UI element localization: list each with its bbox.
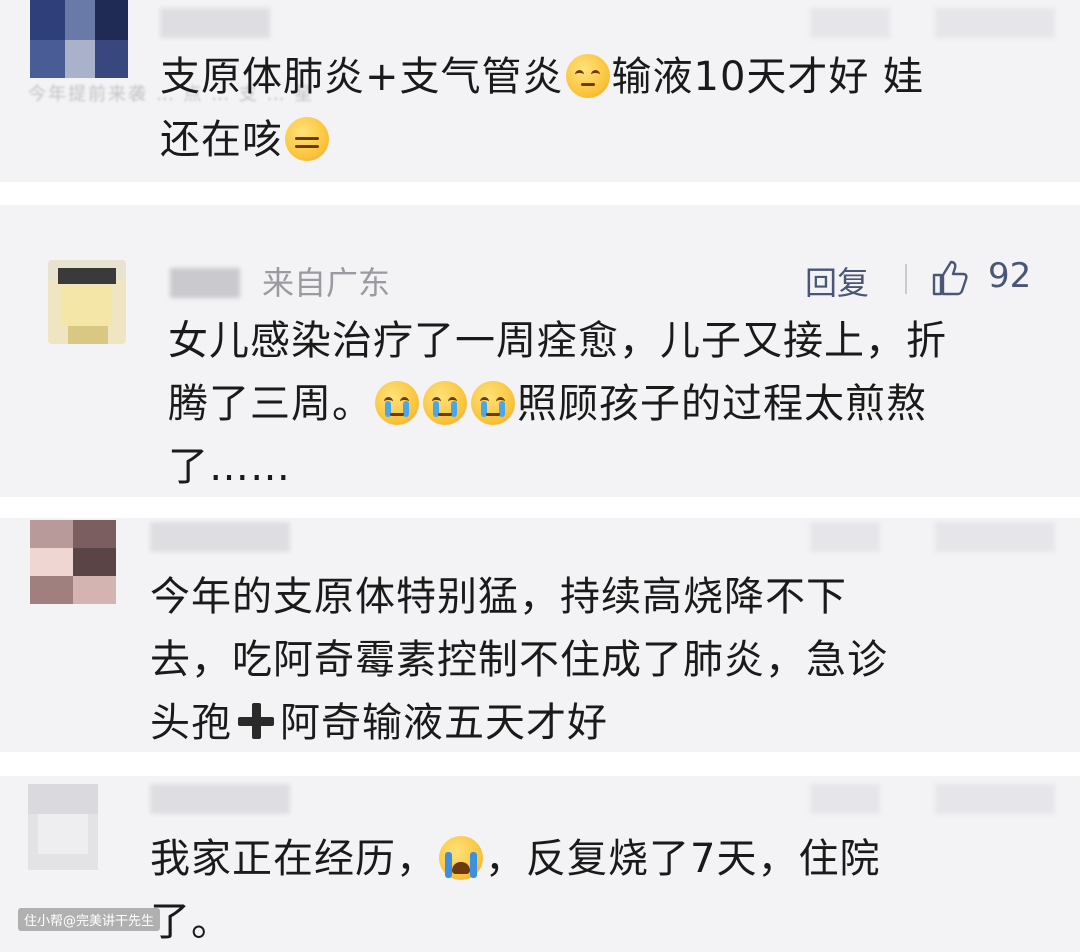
comment-text: 支原体肺炎+支气管炎 输液10天才好 娃 还在咳 — [160, 54, 925, 163]
meta-blur — [810, 784, 880, 814]
meta-blur — [935, 784, 1055, 814]
meta-blur — [935, 8, 1055, 38]
like-count: 92 — [988, 256, 1032, 296]
comment-text: 今年的支原体特别猛，持续高烧降不下 去，吃阿奇霉素控制不住成了肺炎，急诊 头孢阿… — [150, 574, 888, 746]
username-blur — [160, 8, 270, 38]
reply-button[interactable]: 回复 — [805, 258, 869, 304]
comment-card-1: 今年提前来袭 … 点 … 支 … 星 支原体肺炎+支气管炎 输液10天才好 娃 还… — [0, 0, 1080, 182]
meta-blur — [810, 522, 880, 552]
meta-blur — [935, 522, 1055, 552]
username-blur — [150, 522, 290, 552]
thumbs-up-icon — [932, 260, 968, 296]
avatar[interactable] — [48, 260, 126, 344]
sobbing-emoji — [439, 836, 483, 880]
plus-icon — [236, 701, 276, 741]
meta-blur — [810, 8, 890, 38]
avatar[interactable] — [30, 520, 116, 604]
crying-emoji — [471, 381, 515, 425]
comment-text: 女儿感染治疗了一周痊愈，儿子又接上，折 腾了三周。 照顾孩子的过程太煎熬 了…… — [168, 318, 947, 490]
username-blur — [170, 268, 240, 298]
location-label: 来自广东 — [262, 264, 391, 302]
avatar[interactable] — [28, 784, 98, 870]
speechless-emoji — [285, 117, 329, 161]
crying-emoji — [423, 381, 467, 425]
rolling-eyes-emoji — [565, 54, 610, 98]
comment-card-3: 今年的支原体特别猛，持续高烧降不下 去，吃阿奇霉素控制不住成了肺炎，急诊 头孢阿… — [0, 518, 1080, 752]
avatar[interactable] — [30, 0, 128, 78]
watermark: 住小帮@完美讲干先生 — [18, 908, 161, 931]
like-button[interactable]: 92 — [930, 256, 1040, 300]
crying-emoji — [375, 381, 419, 425]
comment-card-4: 我家正在经历， ，反复烧了7天，住院 了。 — [0, 776, 1080, 952]
username-blur — [150, 784, 290, 814]
comment-text: 我家正在经历， ，反复烧了7天，住院 了。 — [150, 836, 881, 945]
divider — [905, 264, 907, 294]
